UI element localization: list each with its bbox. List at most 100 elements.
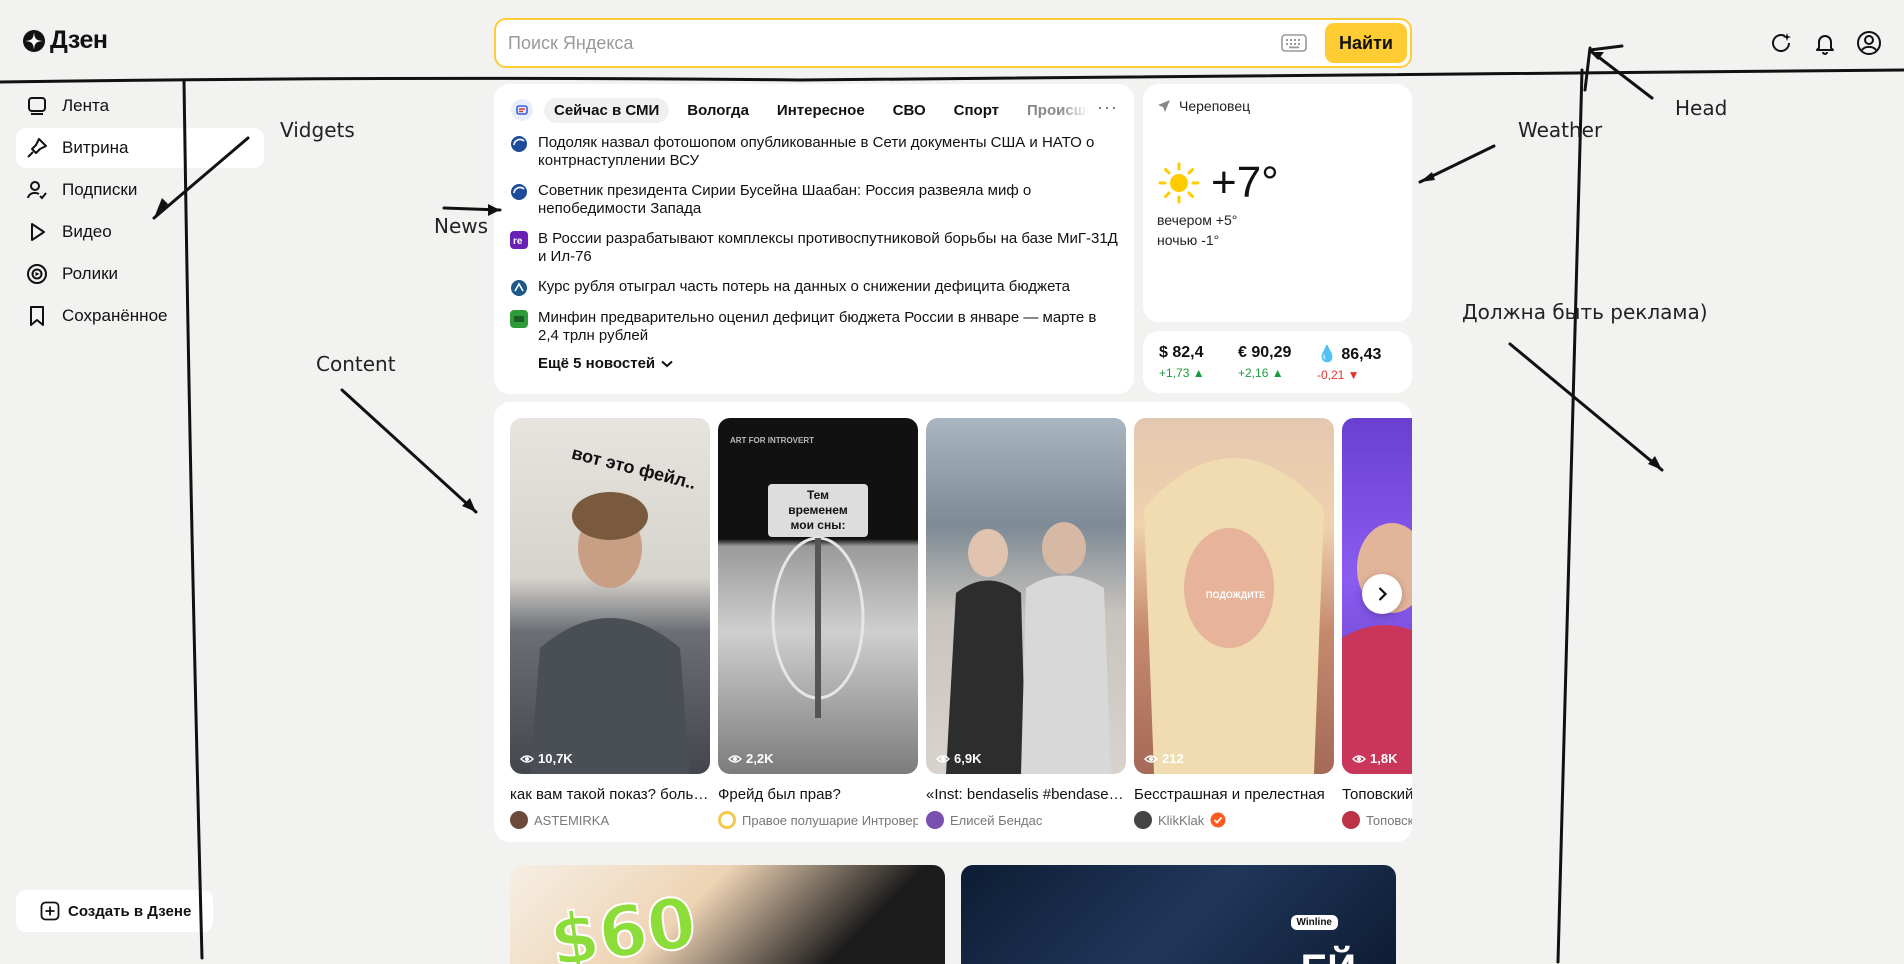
news-list: Подоляк назвал фотошопом опубликованные …: [510, 134, 1118, 345]
carousel-next-button[interactable]: [1362, 574, 1402, 614]
sidebar-item-video[interactable]: Видео: [16, 212, 264, 252]
profile-icon[interactable]: [1856, 30, 1882, 56]
search-button[interactable]: Найти: [1325, 23, 1407, 63]
avatar: [1342, 811, 1360, 829]
showcase-icon: [27, 138, 47, 158]
search-input[interactable]: [508, 20, 1282, 66]
views-counter: 10,7K: [520, 751, 573, 766]
clip-author[interactable]: Правое полушарие Интроверта: [718, 811, 918, 829]
rate-value: $ 82,4: [1159, 344, 1204, 361]
tab-svo[interactable]: СВО: [883, 98, 936, 123]
clip-card[interactable]: ART FOR INTROVERT Тем временем мои сны: …: [718, 418, 918, 829]
keyboard-icon[interactable]: [1281, 34, 1307, 52]
promo-text: $60: [544, 880, 702, 964]
carousel-track: вот это фейл.. 10,7K как вам такой показ…: [510, 418, 1412, 829]
more-news-button[interactable]: Ещё 5 новостей: [538, 355, 1118, 372]
clip-thumbnail[interactable]: ART FOR INTROVERT Тем временем мои сны: …: [718, 418, 918, 774]
sidebar-item-showcase[interactable]: Витрина: [16, 128, 264, 168]
logo[interactable]: Дзен: [22, 26, 108, 55]
plus-square-icon: [40, 901, 60, 921]
logo-text: Дзен: [50, 26, 108, 54]
news-item[interactable]: Подоляк назвал фотошопом опубликованные …: [510, 134, 1118, 170]
clip-thumbnail[interactable]: вот это фейл.. 10,7K: [510, 418, 710, 774]
avatar: [718, 811, 736, 829]
bell-icon[interactable]: [1812, 30, 1838, 56]
sidebar-item-saved[interactable]: Сохранённое: [16, 296, 264, 336]
news-headline: Советник президента Сирии Бусейна Шаабан…: [538, 182, 1032, 217]
clip-card[interactable]: вот это фейл.. 10,7K как вам такой показ…: [510, 418, 710, 829]
news-item[interactable]: Минфин предварительно оценил дефицит бюд…: [510, 309, 1118, 345]
clip-thumbnail[interactable]: 6,9K: [926, 418, 1126, 774]
author-name: Елисей Бендас: [950, 812, 1043, 828]
author-name: Топовский: [1366, 812, 1412, 828]
rate-delta: +1,73 ▲: [1159, 366, 1205, 380]
sidebar-item-clips[interactable]: Ролики: [16, 254, 264, 294]
views-count: 212: [1162, 751, 1184, 766]
weather-location: Череповец: [1157, 98, 1398, 114]
sidebar-item-subscriptions[interactable]: Подписки: [16, 170, 264, 210]
views-count: 10,7K: [538, 751, 573, 766]
clip-title[interactable]: как вам такой показ? больше: [510, 786, 710, 803]
clip-card[interactable]: 1,8K Топовский Топовский: [1342, 418, 1412, 829]
weather-now: +7°: [1157, 158, 1398, 208]
eye-icon: [520, 754, 534, 763]
svg-text:re: re: [513, 236, 523, 247]
tab-now-in-media[interactable]: Сейчас в СМИ: [544, 97, 670, 123]
clip-overlay-text: ПОДОЖДИТЕ: [1206, 590, 1266, 600]
clip-card[interactable]: ПОДОЖДИТЕ 212 Бесстрашная и прелестная K…: [1134, 418, 1334, 829]
clip-author[interactable]: KlikKlak: [1134, 811, 1334, 829]
clips-icon: [27, 264, 47, 284]
ai-sparkle-icon[interactable]: [1768, 30, 1794, 56]
news-item[interactable]: Советник президента Сирии Бусейна Шаабан…: [510, 182, 1118, 218]
eye-icon: [728, 754, 742, 763]
views-counter: 212: [1144, 751, 1184, 766]
promo-tile[interactable]: $60: [510, 865, 945, 964]
clip-title[interactable]: «Inst: bendaselis #bendaselis»: [926, 786, 1126, 803]
news-item[interactable]: Курс рубля отыграл часть потерь на данны…: [510, 278, 1118, 297]
more-dots-icon[interactable]: ···: [1097, 98, 1118, 120]
news-source-logo-icon: [511, 280, 527, 296]
sidebar-item-label: Подписки: [62, 180, 138, 199]
news-source-logo-icon: [510, 310, 528, 328]
weather-widget[interactable]: Череповец +7° вечером +5° ночью -1°: [1143, 84, 1412, 322]
avatar: [510, 811, 528, 829]
create-button-label: Создать в Дзене: [68, 902, 192, 920]
promo-tile[interactable]: Winline ЕЙ: [961, 865, 1396, 964]
sidebar-item-label: Ролики: [62, 264, 119, 283]
subscriptions-icon: [27, 181, 47, 200]
clip-thumbnail[interactable]: ПОДОЖДИТЕ 212: [1134, 418, 1334, 774]
clip-title[interactable]: Топовский: [1342, 786, 1412, 803]
news-item[interactable]: re В России разрабатывают комплексы прот…: [510, 230, 1118, 266]
clip-author[interactable]: Елисей Бендас: [926, 811, 1126, 829]
clip-author[interactable]: ASTEMIRKA: [510, 811, 710, 829]
clip-title[interactable]: Бесстрашная и прелестная: [1134, 786, 1334, 803]
clip-title[interactable]: Фрейд был прав?: [718, 786, 918, 803]
eye-icon: [1144, 754, 1158, 763]
rate-value: € 90,29: [1238, 344, 1292, 361]
author-name: Правое полушарие Интроверта: [742, 812, 918, 828]
tab-sport[interactable]: Спорт: [944, 98, 1009, 123]
clip-author[interactable]: Топовский: [1342, 811, 1412, 829]
currency-rates[interactable]: $ 82,4 +1,73 ▲ € 90,29 +2,16 ▲ 💧 86,43 -…: [1143, 331, 1412, 393]
feed-icon: [28, 97, 46, 115]
news-headline: В России разрабатывают комплексы противо…: [538, 230, 1118, 265]
views-counter: 1,8K: [1352, 751, 1397, 766]
tab-interesting[interactable]: Интересное: [767, 98, 875, 123]
rate-value: 💧 86,43: [1317, 346, 1382, 363]
chevron-right-icon: [1378, 587, 1388, 601]
news-headline: Курс рубля отыграл часть потерь на данны…: [538, 278, 1070, 295]
news-source-logo-icon: [511, 136, 527, 152]
clip-scene: [946, 522, 1111, 774]
rate-eur: € 90,29 +2,16 ▲: [1238, 344, 1317, 380]
news-source-logo-icon: [511, 184, 527, 200]
create-in-dzen-button[interactable]: Создать в Дзене: [16, 890, 214, 932]
tab-vologda[interactable]: Вологда: [677, 98, 759, 123]
more-news-label: Ещё 5 новостей: [538, 355, 656, 372]
tab-incidents[interactable]: Происшествия: [1017, 98, 1089, 123]
avatar: [926, 811, 944, 829]
views-counter: 2,2K: [728, 751, 773, 766]
clip-card[interactable]: 6,9K «Inst: bendaselis #bendaselis» Елис…: [926, 418, 1126, 829]
views-count: 1,8K: [1370, 751, 1398, 766]
sidebar-item-feed[interactable]: Лента: [16, 86, 264, 126]
dzen-logo-icon: [23, 29, 45, 52]
